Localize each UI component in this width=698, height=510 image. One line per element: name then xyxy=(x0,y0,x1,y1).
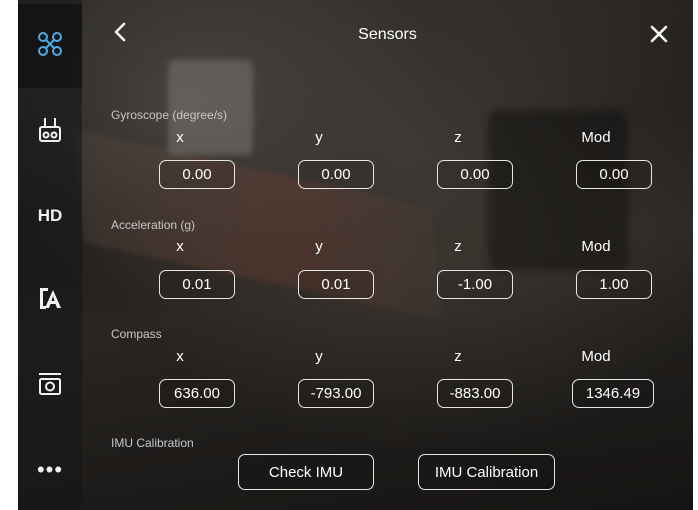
sensors-panel: Sensors Gyroscope (degree/s) x y z Mod 0… xyxy=(82,0,693,510)
sidebar-item-more[interactable]: ••• xyxy=(18,428,82,510)
compass-mod-value: 1346.49 xyxy=(572,379,654,408)
sidebar-item-aircraft[interactable] xyxy=(18,4,82,88)
gyroscope-section-label: Gyroscope (degree/s) xyxy=(111,108,228,122)
gyroscope-z-value: 0.00 xyxy=(437,160,513,189)
sidebar-item-hd-label: HD xyxy=(37,206,63,225)
sidebar: HD ••• xyxy=(18,0,82,510)
check-imu-button[interactable]: Check IMU xyxy=(238,454,374,490)
gyroscope-col-z: z xyxy=(454,129,462,146)
close-button[interactable] xyxy=(645,22,673,50)
gyroscope-x-value: 0.00 xyxy=(159,160,235,189)
compass-col-z: z xyxy=(454,348,462,365)
compass-col-y: y xyxy=(315,348,323,365)
compass-x-value: 636.00 xyxy=(159,379,235,408)
acceleration-mod-value: 1.00 xyxy=(576,270,652,299)
visual-navigation-icon xyxy=(37,285,63,316)
gyroscope-y-value: 0.00 xyxy=(298,160,374,189)
acceleration-col-z: z xyxy=(454,238,462,255)
sidebar-item-remote-controller[interactable] xyxy=(18,90,82,174)
acceleration-z-value: -1.00 xyxy=(437,270,513,299)
page-title: Sensors xyxy=(358,26,417,43)
acceleration-col-x: x xyxy=(176,238,184,255)
gyroscope-col-x: x xyxy=(176,129,184,146)
acceleration-col-y: y xyxy=(315,238,323,255)
acceleration-section-label: Acceleration (g) xyxy=(111,218,196,232)
compass-y-value: -793.00 xyxy=(298,379,374,408)
compass-section-label: Compass xyxy=(111,327,162,341)
remote-controller-icon xyxy=(37,116,63,149)
more-icon: ••• xyxy=(36,457,64,482)
sidebar-item-hd[interactable]: HD xyxy=(18,174,82,258)
acceleration-col-mod: Mod xyxy=(581,238,611,255)
gyroscope-col-mod: Mod xyxy=(581,129,611,146)
compass-col-mod: Mod xyxy=(581,348,611,365)
sidebar-item-visual-navigation[interactable] xyxy=(18,258,82,342)
drone-icon xyxy=(37,31,63,62)
imu-calibration-button[interactable]: IMU Calibration xyxy=(418,454,555,490)
camera-icon xyxy=(37,371,63,402)
app-screen: HD ••• Sensors Gyroscope (degree/s) x y … xyxy=(18,0,693,510)
compass-z-value: -883.00 xyxy=(437,379,513,408)
acceleration-x-value: 0.01 xyxy=(159,270,235,299)
gyroscope-col-y: y xyxy=(315,129,323,146)
close-icon xyxy=(650,25,668,48)
imu-section-label: IMU Calibration xyxy=(111,436,194,450)
acceleration-y-value: 0.01 xyxy=(298,270,374,299)
sidebar-item-camera[interactable] xyxy=(18,344,82,428)
compass-col-x: x xyxy=(176,348,184,365)
gyroscope-mod-value: 0.00 xyxy=(576,160,652,189)
